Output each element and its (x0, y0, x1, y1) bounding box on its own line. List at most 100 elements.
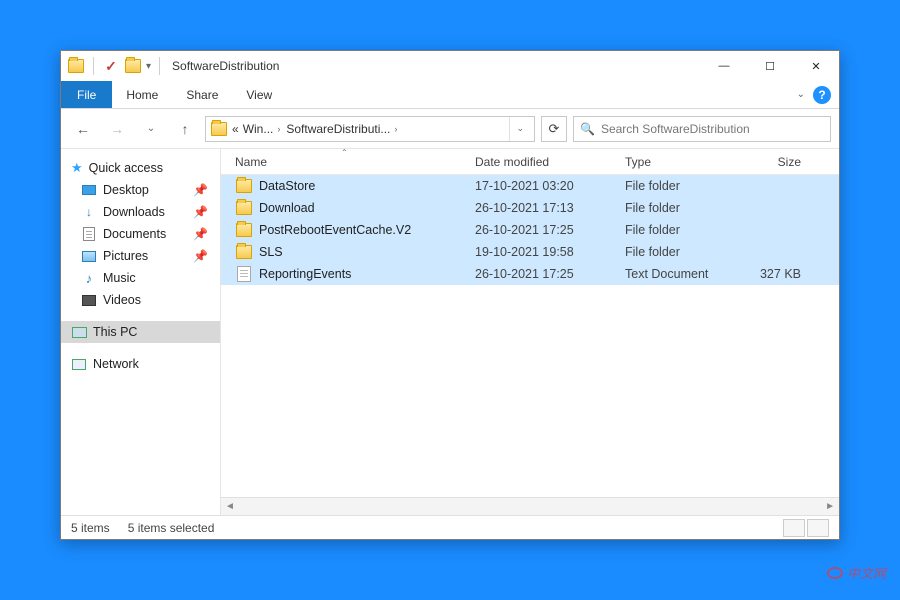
maximize-button[interactable]: ☐ (747, 51, 793, 81)
star-icon: ★ (71, 160, 83, 176)
chevron-down-icon: ⌄ (147, 123, 155, 134)
ribbon-collapse-icon[interactable]: ⌄ (797, 89, 805, 100)
close-button[interactable]: ✕ (793, 51, 839, 81)
sidebar-item-label: Videos (103, 293, 141, 307)
file-list-pane: ⌃ Name Date modified Type Size DataStore… (221, 149, 839, 515)
table-row[interactable]: DataStore17-10-2021 03:20File folder (221, 175, 839, 197)
sidebar-this-pc[interactable]: This PC (61, 321, 220, 343)
horizontal-scrollbar[interactable]: ◄ ► (221, 497, 839, 515)
thumbnails-view-button[interactable] (807, 519, 829, 537)
network-icon (71, 356, 87, 372)
window-title: SoftwareDistribution (172, 59, 279, 73)
breadcrumb-segment[interactable]: SoftwareDistributi...› (286, 122, 399, 136)
status-item-count: 5 items (71, 521, 110, 535)
folder-icon (235, 221, 253, 239)
file-size: 327 KB (737, 267, 809, 281)
file-name: SLS (259, 245, 283, 259)
sidebar-item-label: Documents (103, 227, 166, 241)
this-pc-icon (71, 324, 87, 340)
close-icon: ✕ (811, 60, 820, 73)
file-menu[interactable]: File (61, 81, 112, 108)
file-date: 19-10-2021 19:58 (467, 245, 617, 259)
folder-icon (67, 57, 85, 75)
tab-home[interactable]: Home (112, 81, 172, 108)
search-input[interactable]: 🔍 Search SoftwareDistribution (573, 116, 831, 142)
minimize-button[interactable]: — (701, 51, 747, 81)
pin-icon: 📌 (193, 249, 208, 263)
address-history-dropdown[interactable]: ⌄ (509, 117, 530, 141)
explorer-body: ★ Quick access Desktop 📌 Downloads 📌 Doc… (61, 149, 839, 515)
sidebar-item-label: This PC (93, 325, 137, 339)
search-placeholder: Search SoftwareDistribution (601, 122, 750, 136)
sidebar-network[interactable]: Network (61, 353, 220, 375)
tab-share[interactable]: Share (172, 81, 232, 108)
breadcrumb-label: SoftwareDistributi... (286, 122, 390, 136)
sidebar-item-label: Network (93, 357, 139, 371)
details-view-button[interactable] (783, 519, 805, 537)
file-type: Text Document (617, 267, 737, 281)
properties-icon[interactable]: ✓ (102, 57, 120, 75)
file-name: ReportingEvents (259, 267, 351, 281)
refresh-button[interactable]: ⟳ (541, 116, 567, 142)
pin-icon: 📌 (193, 205, 208, 219)
file-date: 26-10-2021 17:25 (467, 267, 617, 281)
up-button[interactable]: ↑ (171, 115, 199, 143)
file-type: File folder (617, 245, 737, 259)
status-selected-count: 5 items selected (128, 521, 215, 535)
watermark-logo-icon (827, 567, 843, 579)
forward-button[interactable]: → (103, 115, 131, 143)
folder-icon (210, 120, 228, 138)
file-date: 26-10-2021 17:13 (467, 201, 617, 215)
sidebar-quick-access[interactable]: ★ Quick access (61, 157, 220, 179)
sort-indicator-icon: ⌃ (341, 148, 348, 157)
table-row[interactable]: ReportingEvents 26-10-2021 17:25Text Docu… (221, 263, 839, 285)
sidebar-item-music[interactable]: ♪ Music (61, 267, 220, 289)
scroll-left-icon[interactable]: ◄ (225, 501, 235, 512)
breadcrumb-label: Win... (243, 122, 274, 136)
music-icon: ♪ (81, 270, 97, 286)
sidebar-item-label: Desktop (103, 183, 149, 197)
scroll-right-icon[interactable]: ► (825, 501, 835, 512)
view-toggle-group (783, 519, 829, 537)
sidebar-item-documents[interactable]: Documents 📌 (61, 223, 220, 245)
back-button[interactable]: ← (69, 115, 97, 143)
explorer-window: ✓ ▾ SoftwareDistribution — ☐ ✕ File Home… (60, 50, 840, 540)
videos-icon (81, 292, 97, 308)
sidebar-item-downloads[interactable]: Downloads 📌 (61, 201, 220, 223)
sidebar-item-label: Pictures (103, 249, 148, 263)
documents-icon (81, 226, 97, 242)
address-prefix: « (232, 122, 239, 136)
tab-view[interactable]: View (232, 81, 286, 108)
recent-locations-dropdown[interactable]: ⌄ (137, 115, 165, 143)
folder-icon (235, 177, 253, 195)
desktop-icon (81, 182, 97, 198)
table-row[interactable]: Download26-10-2021 17:13File folder (221, 197, 839, 219)
pictures-icon (81, 248, 97, 264)
sidebar-item-videos[interactable]: Videos (61, 289, 220, 311)
separator (93, 57, 94, 75)
table-row[interactable]: PostRebootEventCache.V2 26-10-2021 17:25F… (221, 219, 839, 241)
watermark: 中文网 (827, 563, 886, 582)
sidebar-item-desktop[interactable]: Desktop 📌 (61, 179, 220, 201)
column-headers: ⌃ Name Date modified Type Size (221, 149, 839, 175)
navigation-toolbar: ← → ⌄ ↑ « Win...› SoftwareDistributi...›… (61, 109, 839, 149)
file-type: File folder (617, 179, 737, 193)
file-list[interactable]: DataStore17-10-2021 03:20File folderDown… (221, 175, 839, 497)
qat-dropdown-icon[interactable]: ▾ (146, 61, 151, 72)
column-header-date[interactable]: Date modified (467, 155, 617, 169)
navigation-pane[interactable]: ★ Quick access Desktop 📌 Downloads 📌 Doc… (61, 149, 221, 515)
file-date: 26-10-2021 17:25 (467, 223, 617, 237)
title-bar: ✓ ▾ SoftwareDistribution — ☐ ✕ (61, 51, 839, 81)
file-date: 17-10-2021 03:20 (467, 179, 617, 193)
sidebar-item-pictures[interactable]: Pictures 📌 (61, 245, 220, 267)
table-row[interactable]: SLS 19-10-2021 19:58File folder (221, 241, 839, 263)
status-bar: 5 items 5 items selected (61, 515, 839, 539)
new-folder-icon[interactable] (124, 57, 142, 75)
breadcrumb-segment[interactable]: Win...› (243, 122, 283, 136)
file-type: File folder (617, 223, 737, 237)
help-icon[interactable]: ? (813, 86, 831, 104)
file-name: PostRebootEventCache.V2 (259, 223, 411, 237)
column-header-type[interactable]: Type (617, 155, 737, 169)
column-header-size[interactable]: Size (737, 155, 809, 169)
address-bar[interactable]: « Win...› SoftwareDistributi...› ⌄ (205, 116, 535, 142)
